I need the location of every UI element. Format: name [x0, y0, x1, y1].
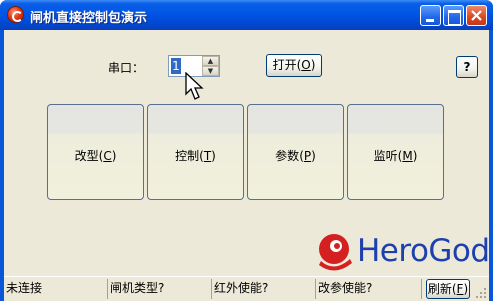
port-label: 串口：: [108, 61, 145, 75]
refresh-mnemonic: F: [456, 282, 464, 296]
title-bar[interactable]: 闸机直接控制包演示: [0, 0, 493, 30]
status-param-change: 改参使能?: [316, 279, 422, 299]
herogod-logo: HeroGod: [317, 231, 490, 277]
main-window: 闸机直接控制包演示 串口： 1 ▲ ▼ 打开(O) ? 改型(C) 控制(T) …: [0, 0, 493, 301]
params-mnemonic: P: [303, 149, 312, 163]
open-button-label: 打开: [272, 58, 297, 72]
open-mnemonic: O: [301, 58, 311, 72]
control-button-label: 控制: [175, 149, 200, 163]
maximize-icon[interactable]: [443, 5, 464, 26]
resize-grip-icon[interactable]: [475, 287, 487, 299]
control-button[interactable]: 控制(T): [147, 104, 244, 200]
logo-mark-icon: [319, 234, 352, 271]
status-connection: 未连接: [4, 279, 108, 299]
refresh-button-label: 刷新: [427, 282, 452, 296]
close-icon[interactable]: [466, 5, 487, 26]
client-area: 串口： 1 ▲ ▼ 打开(O) ? 改型(C) 控制(T) 参数(P) 监听(M…: [4, 30, 490, 301]
params-button[interactable]: 参数(P): [247, 104, 344, 200]
help-button[interactable]: ?: [456, 56, 478, 78]
status-gate-type: 闸机类型?: [108, 279, 212, 299]
status-infrared: 红外使能?: [212, 279, 316, 299]
chevron-up-icon[interactable]: ▲: [202, 56, 219, 66]
monitor-mnemonic: M: [402, 149, 413, 163]
logo-text: HeroGod: [357, 233, 490, 269]
open-button[interactable]: 打开(O): [266, 54, 322, 77]
close-x-glyph: [471, 10, 482, 21]
modify-button-label: 改型: [74, 149, 99, 163]
refresh-button[interactable]: 刷新(F): [426, 279, 470, 299]
modify-button[interactable]: 改型(C): [47, 104, 144, 200]
port-value[interactable]: 1: [171, 58, 181, 74]
params-button-label: 参数: [275, 149, 300, 163]
monitor-button-label: 监听: [373, 149, 398, 163]
app-icon[interactable]: [7, 6, 24, 23]
monitor-button[interactable]: 监听(M): [347, 104, 444, 200]
modify-mnemonic: C: [103, 149, 112, 163]
status-bar: 未连接 闸机类型? 红外使能? 改参使能? 刷新(F): [4, 276, 489, 301]
window-title: 闸机直接控制包演示: [30, 11, 148, 26]
minimize-icon[interactable]: [420, 5, 441, 26]
control-mnemonic: T: [203, 149, 212, 163]
mouse-pointer-icon: [185, 72, 204, 100]
